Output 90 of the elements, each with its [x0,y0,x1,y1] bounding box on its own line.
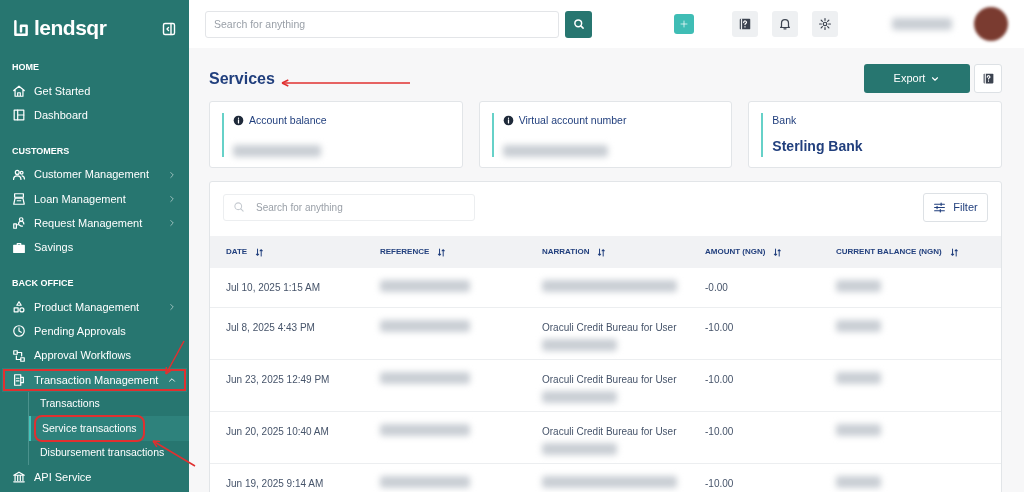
table-cell: Jun 23, 2025 12:49 PM [210,360,364,412]
avatar[interactable] [974,7,1008,41]
user-name-redacted [892,18,952,30]
stat-label: Bank [772,113,797,128]
submenu-item[interactable]: Disbursement transactions [29,440,189,465]
sidebar-item[interactable]: Transaction Management [2,367,187,392]
search-button[interactable] [565,10,592,38]
gear-icon [818,17,832,31]
logo-text: lendsqr [34,15,107,42]
sidebar-item[interactable]: API Service [0,464,189,490]
chevron-right-icon [167,218,177,229]
search-field[interactable]: Search for anything [205,10,559,38]
sidebar-item[interactable]: Savings [0,235,189,260]
plus-icon [680,18,688,30]
table-cell: -0.00 [689,268,820,308]
settings-button[interactable] [812,11,838,37]
table-cell-text: Oraculi Credit Bureau for User [542,425,678,439]
logo-mark-icon [12,19,30,37]
table-cell-text: Oraculi Credit Bureau for User [542,321,678,335]
notifications-button[interactable] [772,11,798,37]
briefcase-icon [12,240,26,255]
stat-value: Sterling Bank [772,136,864,156]
sidebar-item[interactable]: Dashboard [0,103,189,128]
submenu-item[interactable]: Service transactions [29,416,189,441]
register-icon [12,192,26,207]
shapes-icon [12,299,26,314]
sidebar-item[interactable]: Loan Management [0,186,189,212]
sliders-icon [933,201,947,214]
panel-icon[interactable] [161,20,177,37]
redacted-balance [836,476,881,488]
chevron-right-icon [167,169,177,180]
table-cell: Jul 8, 2025 4:43 PM [210,308,364,360]
sidebar-item[interactable]: Approval Workflows [0,343,189,368]
column-header[interactable]: CURRENT BALANCE (NGN) [820,236,1001,268]
redacted-balance [836,372,881,384]
sort-icon [773,247,783,257]
filter-button[interactable]: Filter [923,193,988,222]
table-cell: Jun 20, 2025 10:40 AM [210,412,364,464]
table-cell: -10.00 [689,308,820,360]
section-heading: BACK OFFICE [12,276,75,289]
help-button[interactable] [732,11,758,37]
sort-icon [949,247,959,257]
sidebar-item[interactable]: Product Management [0,294,189,320]
document-icon [12,372,26,387]
people-icon [12,167,26,182]
help-icon [981,72,995,85]
bank-icon [12,470,26,484]
redacted-balance [836,280,881,292]
table-cell-text: Oraculi Credit Bureau for User [542,373,678,387]
table-search-field[interactable]: Search for anything [223,194,475,221]
sidebar-item[interactable]: Get Started [0,79,189,104]
hand-user-icon [12,216,26,231]
table-cell: Jun 19, 2025 9:14 AM [210,464,364,492]
help-button[interactable] [974,64,1002,93]
redacted-balance [836,424,881,436]
chevron-right-icon [167,301,177,312]
export-button[interactable]: Export [864,64,970,93]
workflow-icon [12,348,26,363]
sort-icon [255,247,265,257]
info-icon [502,115,514,127]
stat-label: Account balance [249,113,327,128]
page-title: Services [209,68,275,89]
column-header[interactable]: DATE [210,236,364,268]
annotation-arrow [165,340,185,375]
redacted-balance [836,320,881,332]
search-icon [233,201,245,213]
table-cell: -10.00 [689,412,820,464]
chevron-right-icon [167,194,177,205]
section-heading: CUSTOMERS [12,144,71,157]
section-heading: HOME [12,61,40,73]
sidebar-item[interactable]: Customer Management [0,162,189,187]
sort-icon [437,247,447,257]
help-icon [738,17,752,31]
stat-label: Virtual account number [518,113,627,128]
column-header[interactable]: NARRATION [526,236,689,268]
sidebar-item[interactable]: Pending Approvals [0,319,189,344]
column-header[interactable]: REFERENCE [364,236,526,268]
layout-icon [12,108,26,123]
info-icon [233,115,244,127]
bell-icon [778,17,792,31]
search-icon [572,18,585,30]
sidebar-item[interactable]: Request Management [0,211,189,236]
submenu-item[interactable]: Transactions [29,391,189,417]
column-header[interactable]: AMOUNT (NGN) [689,236,820,268]
table-cell: -10.00 [689,360,820,412]
table-cell: Jul 10, 2025 1:15 AM [210,268,364,308]
table-cell: -10.00 [689,464,820,492]
sort-icon [597,247,607,257]
house-icon [12,84,26,99]
clock-icon [12,324,26,339]
